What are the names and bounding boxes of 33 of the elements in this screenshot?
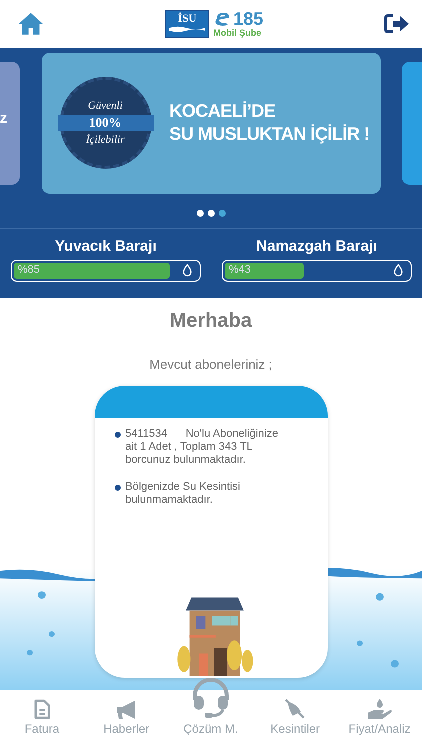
bullet-icon xyxy=(114,432,120,438)
banner-slide[interactable]: z xyxy=(0,62,20,184)
info-text: Bölgenizde Su Kesintisi bulunmamaktadır. xyxy=(126,481,242,507)
subscriptions-label: Mevcut aboneleriniz ; xyxy=(150,357,272,372)
dam-name: Yuvacık Barajı xyxy=(55,237,157,257)
crossed-drop-icon xyxy=(283,698,308,720)
dam-name: Namazgah Barajı xyxy=(256,237,378,257)
carousel-dot[interactable] xyxy=(208,210,214,216)
nav-tab[interactable]: Fiyat/Analiz xyxy=(338,698,422,736)
hand-drop-icon xyxy=(366,698,393,720)
water-drop-icon xyxy=(393,264,404,277)
logo-subtitle: Mobil Şube xyxy=(213,28,262,38)
nav-tab[interactable]: Fatura xyxy=(0,699,84,736)
dam-level-reading: %85 xyxy=(18,264,40,276)
logo-number: 185 xyxy=(233,10,264,28)
greeting: Merhaba xyxy=(170,310,252,333)
isu-logo: İSU xyxy=(165,10,210,38)
home-icon[interactable] xyxy=(17,12,45,36)
banner-headline: KOCAELİ’DE SU MUSLUKTAN İÇİLİR ! xyxy=(170,100,370,146)
nav-tab[interactable]: Haberler xyxy=(84,700,169,736)
water-drop-icon xyxy=(182,264,193,277)
nav-tab[interactable]: Kesintiler xyxy=(253,698,338,736)
banner-slide[interactable]: Güvenli 100% İçilebilir KOCAELİ’DE SU MUSLUKTAN İÇİLİR ! xyxy=(42,52,380,194)
slide-text: z xyxy=(0,110,8,126)
nav-tab[interactable]: Çözüm M. xyxy=(168,676,253,736)
bullet-icon xyxy=(114,485,120,491)
carousel-dot[interactable] xyxy=(218,210,226,216)
info-text: 5411534 No'lu Aboneliğinize ait 1 Adet , Toplam 343 TL borcunuz bulunmaktadır. xyxy=(126,428,280,467)
logout-icon[interactable] xyxy=(384,13,410,35)
carousel-dot[interactable] xyxy=(196,210,204,216)
badge-drawing: Güvenli 100% İçilebilir xyxy=(60,77,152,169)
dam-level-reading: %43 xyxy=(229,264,252,276)
document-icon xyxy=(34,699,51,720)
